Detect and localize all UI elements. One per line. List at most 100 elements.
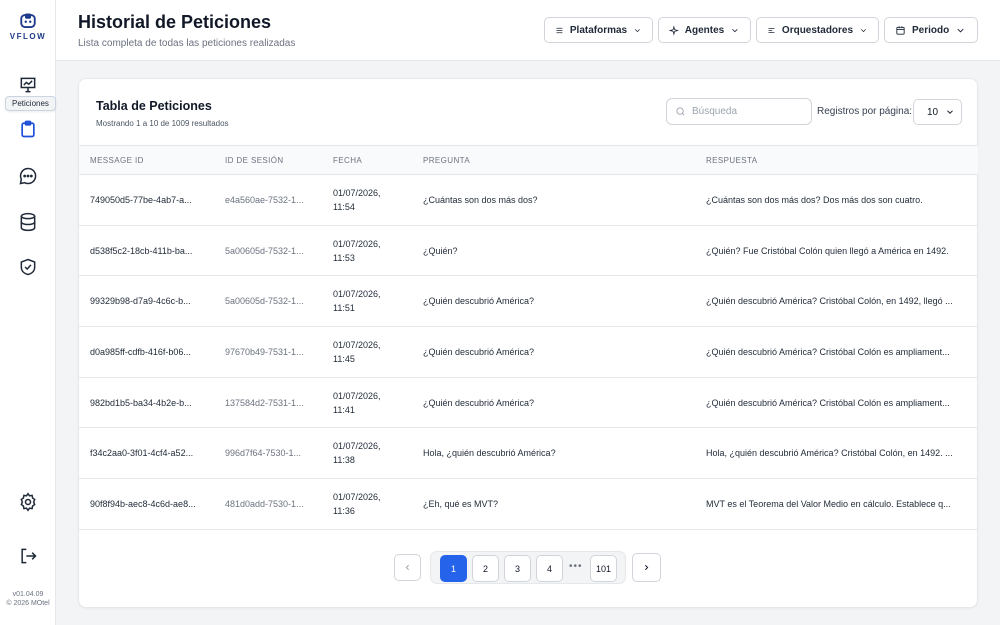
cell-session-id: 97670b49-7531-1... xyxy=(225,346,304,357)
sidebar: VFLOW Peticiones v01.04.09 © 2026 MOtel xyxy=(0,0,56,625)
cell-answer: ¿Quién descubrió América? Cristóbal Coló… xyxy=(706,346,950,357)
filter-periodo-label: Periodo xyxy=(912,24,950,36)
cell-date: 01/07/2026, 11:41 xyxy=(322,377,412,428)
filter-plataformas-label: Plataformas xyxy=(569,24,628,36)
cell-date-day: 01/07/2026, xyxy=(333,441,381,452)
cell-date: 01/07/2026, 11:45 xyxy=(322,327,412,378)
chevron-right-icon xyxy=(645,564,649,571)
column-header-message-id[interactable]: MESSAGE ID xyxy=(79,146,214,175)
cell-answer: Hola, ¿quién descubrió América? Cristóba… xyxy=(706,448,953,459)
app-version: v01.04.09 xyxy=(12,591,44,598)
app-version-info: v01.04.09 © 2026 MOtel xyxy=(0,590,56,608)
cell-answer: MVT es el Teorema del Valor Medio en cál… xyxy=(706,498,951,509)
page-button-2[interactable]: 2 xyxy=(472,555,499,582)
cell-answer: ¿Quién? Fue Cristóbal Colón quien llegó … xyxy=(706,245,949,256)
cell-message-id: 749050d5-77be-4ab7-a... xyxy=(90,194,192,205)
sidebar-item-chat[interactable] xyxy=(12,160,44,192)
page-button-4[interactable]: 4 xyxy=(536,555,563,582)
filter-orquestadores-label: Orquestadores xyxy=(781,24,854,36)
vflow-logo-icon xyxy=(20,13,36,28)
clipboard-icon xyxy=(21,120,35,138)
cell-date-time: 11:41 xyxy=(333,404,355,415)
column-header-answer[interactable]: RESPUESTA xyxy=(695,146,978,175)
cell-date-time: 11:36 xyxy=(333,505,355,516)
cell-date: 01/07/2026, 11:38 xyxy=(322,428,412,479)
requests-table: MESSAGE ID ID DE SESIÓN FECHA PREGUNTA R… xyxy=(79,145,978,530)
per-page-label: Registros por página: xyxy=(817,106,913,117)
filter-agentes-label: Agentes xyxy=(684,24,725,36)
per-page-select[interactable]: 10 xyxy=(913,99,962,125)
copyright: © 2026 MOtel xyxy=(6,600,50,607)
filter-plataformas-button[interactable]: Plataformas xyxy=(544,17,653,43)
table-row[interactable]: 99329b98-d7a9-4c6c-b... 5a00605d-7532-1.… xyxy=(79,276,978,327)
cell-date-time: 11:54 xyxy=(333,201,355,212)
sidebar-item-settings[interactable] xyxy=(12,486,44,518)
sidebar-tooltip: Peticiones xyxy=(5,96,56,111)
column-header-question[interactable]: PREGUNTA xyxy=(412,146,695,175)
cell-date-day: 01/07/2026, xyxy=(333,339,381,350)
filter-periodo-button[interactable]: Periodo xyxy=(884,17,978,43)
logout-icon xyxy=(21,548,37,564)
search-input[interactable] xyxy=(692,106,802,117)
chevron-down-icon xyxy=(861,28,867,32)
sidebar-item-database[interactable] xyxy=(12,206,44,238)
column-header-date[interactable]: FECHA xyxy=(322,146,412,175)
cell-question: ¿Cuántas son dos más dos? xyxy=(423,194,538,205)
cell-question: ¿Eh, qué es MVT? xyxy=(423,498,499,509)
prev-page-button[interactable] xyxy=(394,554,421,581)
cell-date-time: 11:38 xyxy=(333,455,355,466)
brand-name: VFLOW xyxy=(9,32,47,41)
page-button-1[interactable]: 1 xyxy=(440,555,467,582)
cell-date-time: 11:53 xyxy=(333,252,355,263)
requests-table-card: Tabla de Peticiones Mostrando 1 a 10 de … xyxy=(78,78,978,608)
cell-date-day: 01/07/2026, xyxy=(333,289,381,300)
column-header-session-id[interactable]: ID DE SESIÓN xyxy=(214,146,322,175)
cell-session-id: 5a00605d-7532-1... xyxy=(225,296,304,307)
page-button-101[interactable]: 101 xyxy=(590,555,617,582)
cell-date: 01/07/2026, 11:54 xyxy=(322,175,412,226)
cell-question: ¿Quién descubrió América? xyxy=(423,296,535,307)
cell-session-id: 137584d2-7531-1... xyxy=(225,397,304,408)
cell-date-day: 01/07/2026, xyxy=(333,390,381,401)
table-row[interactable]: 982bd1b5-ba34-4b2e-b... 137584d2-7531-1.… xyxy=(79,377,978,428)
chevron-down-icon xyxy=(947,110,953,114)
page-number-group: 1 2 3 4 ••• 101 xyxy=(430,551,626,584)
table-row[interactable]: f34c2aa0-3f01-4cf4-a52... 996d7f64-7530-… xyxy=(79,428,978,479)
cell-session-id: e4a560ae-7532-1... xyxy=(225,194,304,205)
next-page-button[interactable] xyxy=(632,553,661,582)
table-row[interactable]: 90f8f94b-aec8-4c6d-ae8... 481d0add-7530-… xyxy=(79,479,978,530)
cell-session-id: 5a00605d-7532-1... xyxy=(225,245,304,256)
sidebar-item-logout[interactable] xyxy=(12,540,44,572)
cell-question: ¿Quién descubrió América? xyxy=(423,397,535,408)
cell-answer: ¿Cuántas son dos más dos? Dos más dos so… xyxy=(706,194,923,205)
shield-check-icon xyxy=(20,258,36,276)
cell-message-id: d0a985ff-cdfb-416f-b06... xyxy=(90,346,191,357)
cell-date-time: 11:51 xyxy=(333,303,355,314)
cell-question: ¿Quién descubrió América? xyxy=(423,346,535,357)
list-icon xyxy=(556,27,563,33)
brand-logo[interactable]: VFLOW xyxy=(0,12,56,41)
cell-question: Hola, ¿quién descubrió América? xyxy=(423,448,556,459)
table-header-row: MESSAGE ID ID DE SESIÓN FECHA PREGUNTA R… xyxy=(79,145,978,175)
cell-message-id: d538f5c2-18cb-411b-ba... xyxy=(90,245,193,256)
filter-agentes-button[interactable]: Agentes xyxy=(658,17,751,43)
cell-date-day: 01/07/2026, xyxy=(333,238,381,249)
table-row[interactable]: d0a985ff-cdfb-416f-b06... 97670b49-7531-… xyxy=(79,327,978,378)
table-row[interactable]: d538f5c2-18cb-411b-ba... 5a00605d-7532-1… xyxy=(79,225,978,276)
sidebar-item-security[interactable] xyxy=(12,251,44,283)
page-button-3[interactable]: 3 xyxy=(504,555,531,582)
sparkle-icon xyxy=(669,24,679,36)
cell-message-id: 90f8f94b-aec8-4c6d-ae8... xyxy=(90,498,196,509)
cell-message-id: f34c2aa0-3f01-4cf4-a52... xyxy=(90,448,194,459)
search-box[interactable] xyxy=(666,98,812,125)
sidebar-item-peticiones[interactable] xyxy=(12,113,44,145)
table-title: Tabla de Peticiones xyxy=(96,99,212,113)
pagination-ellipsis: ••• xyxy=(569,561,583,572)
chat-bubble-icon xyxy=(19,167,37,185)
gear-icon xyxy=(20,492,36,512)
cell-date: 01/07/2026, 11:51 xyxy=(322,276,412,327)
filter-orquestadores-button[interactable]: Orquestadores xyxy=(756,17,879,43)
table-row[interactable]: 749050d5-77be-4ab7-a... e4a560ae-7532-1.… xyxy=(79,175,978,226)
page-subtitle: Lista completa de todas las peticiones r… xyxy=(78,38,296,49)
cell-message-id: 99329b98-d7a9-4c6c-b... xyxy=(90,296,191,307)
